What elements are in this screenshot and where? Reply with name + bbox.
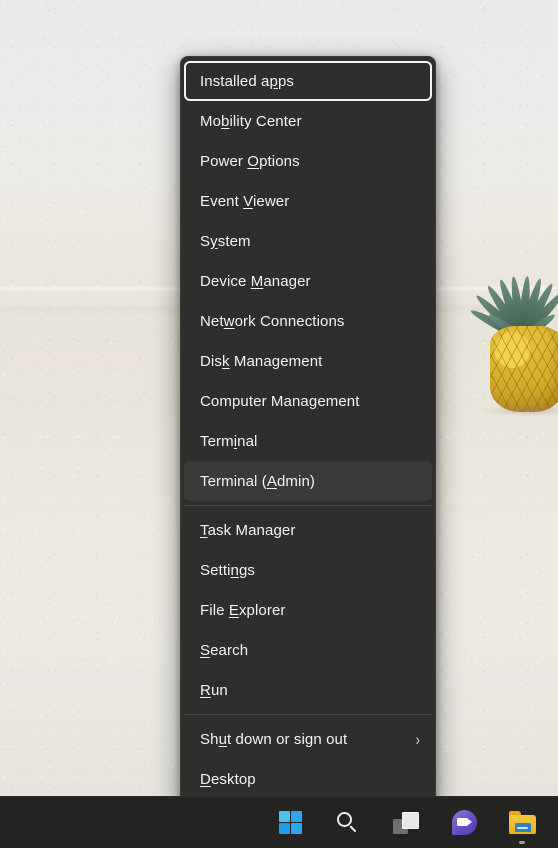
menu-separator xyxy=(184,505,432,506)
menu-item-mobility-center[interactable]: Mobility Center xyxy=(184,101,432,141)
pineapple-shadow xyxy=(480,404,558,417)
search-icon xyxy=(336,811,360,835)
menu-item-label: Settings xyxy=(200,561,256,579)
folder-icon xyxy=(508,811,536,834)
winx-power-user-menu[interactable]: Installed apps Mobility Center Power Optio… xyxy=(180,56,436,805)
menu-item-terminal-admin[interactable]: Terminal (Admin) xyxy=(184,461,432,501)
menu-item-label: Disk Management xyxy=(200,352,323,370)
pineapple-scales xyxy=(490,326,558,412)
menu-item-network-connections[interactable]: Network Connections xyxy=(184,301,432,341)
menu-item-label: Device Manager xyxy=(200,272,311,290)
menu-item-file-explorer[interactable]: File Explorer xyxy=(184,590,432,630)
menu-item-terminal[interactable]: Terminal xyxy=(184,421,432,461)
task-view-button[interactable] xyxy=(384,801,428,845)
task-view-icon xyxy=(393,811,419,834)
menu-item-label: Installed apps xyxy=(200,72,294,90)
menu-item-label: System xyxy=(200,232,251,250)
search-button[interactable] xyxy=(326,801,370,845)
menu-item-label: Shut down or sign out xyxy=(200,730,348,748)
menu-item-task-manager[interactable]: Task Manager xyxy=(184,510,432,550)
taskbar[interactable] xyxy=(0,796,558,848)
start-button[interactable] xyxy=(268,801,312,845)
menu-item-label: Terminal xyxy=(200,432,258,450)
pineapple-body xyxy=(490,326,558,412)
chat-button[interactable] xyxy=(442,801,486,845)
menu-item-label: Power Options xyxy=(200,152,300,170)
menu-item-label: Computer Management xyxy=(200,392,360,410)
menu-item-search[interactable]: Search xyxy=(184,630,432,670)
chevron-right-icon: › xyxy=(415,729,420,749)
menu-item-label: Task Manager xyxy=(200,521,296,539)
menu-item-installed-apps[interactable]: Installed apps xyxy=(184,61,432,101)
menu-item-computer-management[interactable]: Computer Management xyxy=(184,381,432,421)
chat-icon xyxy=(451,810,477,835)
menu-item-label: Mobility Center xyxy=(200,112,302,130)
windows-logo-icon xyxy=(278,811,302,835)
menu-item-shut-down-or-sign-out[interactable]: Shut down or sign out › xyxy=(184,719,432,759)
menu-item-label: Search xyxy=(200,641,249,659)
menu-item-label: Run xyxy=(200,681,228,699)
taskbar-buttons xyxy=(268,801,552,845)
running-indicator xyxy=(519,840,525,844)
menu-item-label: Network Connections xyxy=(200,312,345,330)
menu-item-device-manager[interactable]: Device Manager xyxy=(184,261,432,301)
menu-item-event-viewer[interactable]: Event Viewer xyxy=(184,181,432,221)
file-explorer-button[interactable] xyxy=(500,801,544,845)
menu-item-label: File Explorer xyxy=(200,601,286,619)
menu-item-system[interactable]: System xyxy=(184,221,432,261)
menu-item-run[interactable]: Run xyxy=(184,670,432,710)
menu-item-desktop[interactable]: Desktop xyxy=(184,759,432,799)
menu-item-power-options[interactable]: Power Options xyxy=(184,141,432,181)
menu-item-disk-management[interactable]: Disk Management xyxy=(184,341,432,381)
pineapple-image xyxy=(462,222,558,417)
menu-item-label: Terminal (Admin) xyxy=(200,472,315,490)
menu-item-label: Event Viewer xyxy=(200,192,290,210)
menu-item-label: Desktop xyxy=(200,770,256,788)
menu-separator xyxy=(184,714,432,715)
menu-item-settings[interactable]: Settings xyxy=(184,550,432,590)
